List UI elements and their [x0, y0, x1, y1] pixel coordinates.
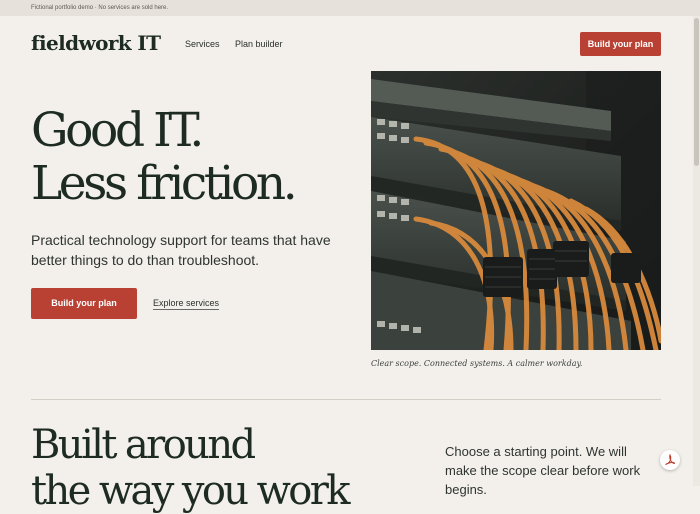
- section-intro-text: Choose a starting point. We will make th…: [445, 444, 641, 497]
- section-title-line-1: Built around: [31, 422, 256, 468]
- site-logo[interactable]: fieldwork IT: [31, 31, 161, 55]
- demo-notice-bar: Fictional portfolio demo · No services a…: [0, 0, 700, 16]
- hero-title-line-1: Good IT.: [31, 103, 204, 158]
- header-build-plan-button[interactable]: Build your plan: [580, 32, 661, 56]
- hero-title: Good IT. Less friction.: [31, 104, 351, 210]
- explore-services-link[interactable]: Explore services: [153, 298, 220, 310]
- section-title-line-2: the way you work: [31, 468, 350, 514]
- nav-link-services[interactable]: Services: [185, 39, 220, 49]
- scrollbar-thumb[interactable]: [694, 18, 699, 166]
- pdf-icon[interactable]: [660, 450, 680, 470]
- hero-network-switch-photo: [371, 71, 661, 350]
- section-divider: [31, 399, 661, 400]
- hero-subtitle: Practical technology support for teams t…: [31, 232, 331, 268]
- section-title: Built around the way you work: [31, 422, 411, 514]
- hero-image-caption: Clear scope. Connected systems. A calmer…: [371, 359, 583, 368]
- hero-title-line-2: Less friction.: [31, 156, 298, 211]
- nav-link-plan-builder[interactable]: Plan builder: [235, 39, 283, 49]
- hero-build-plan-button[interactable]: Build your plan: [31, 288, 137, 319]
- demo-notice-text: Fictional portfolio demo · No services a…: [31, 5, 169, 11]
